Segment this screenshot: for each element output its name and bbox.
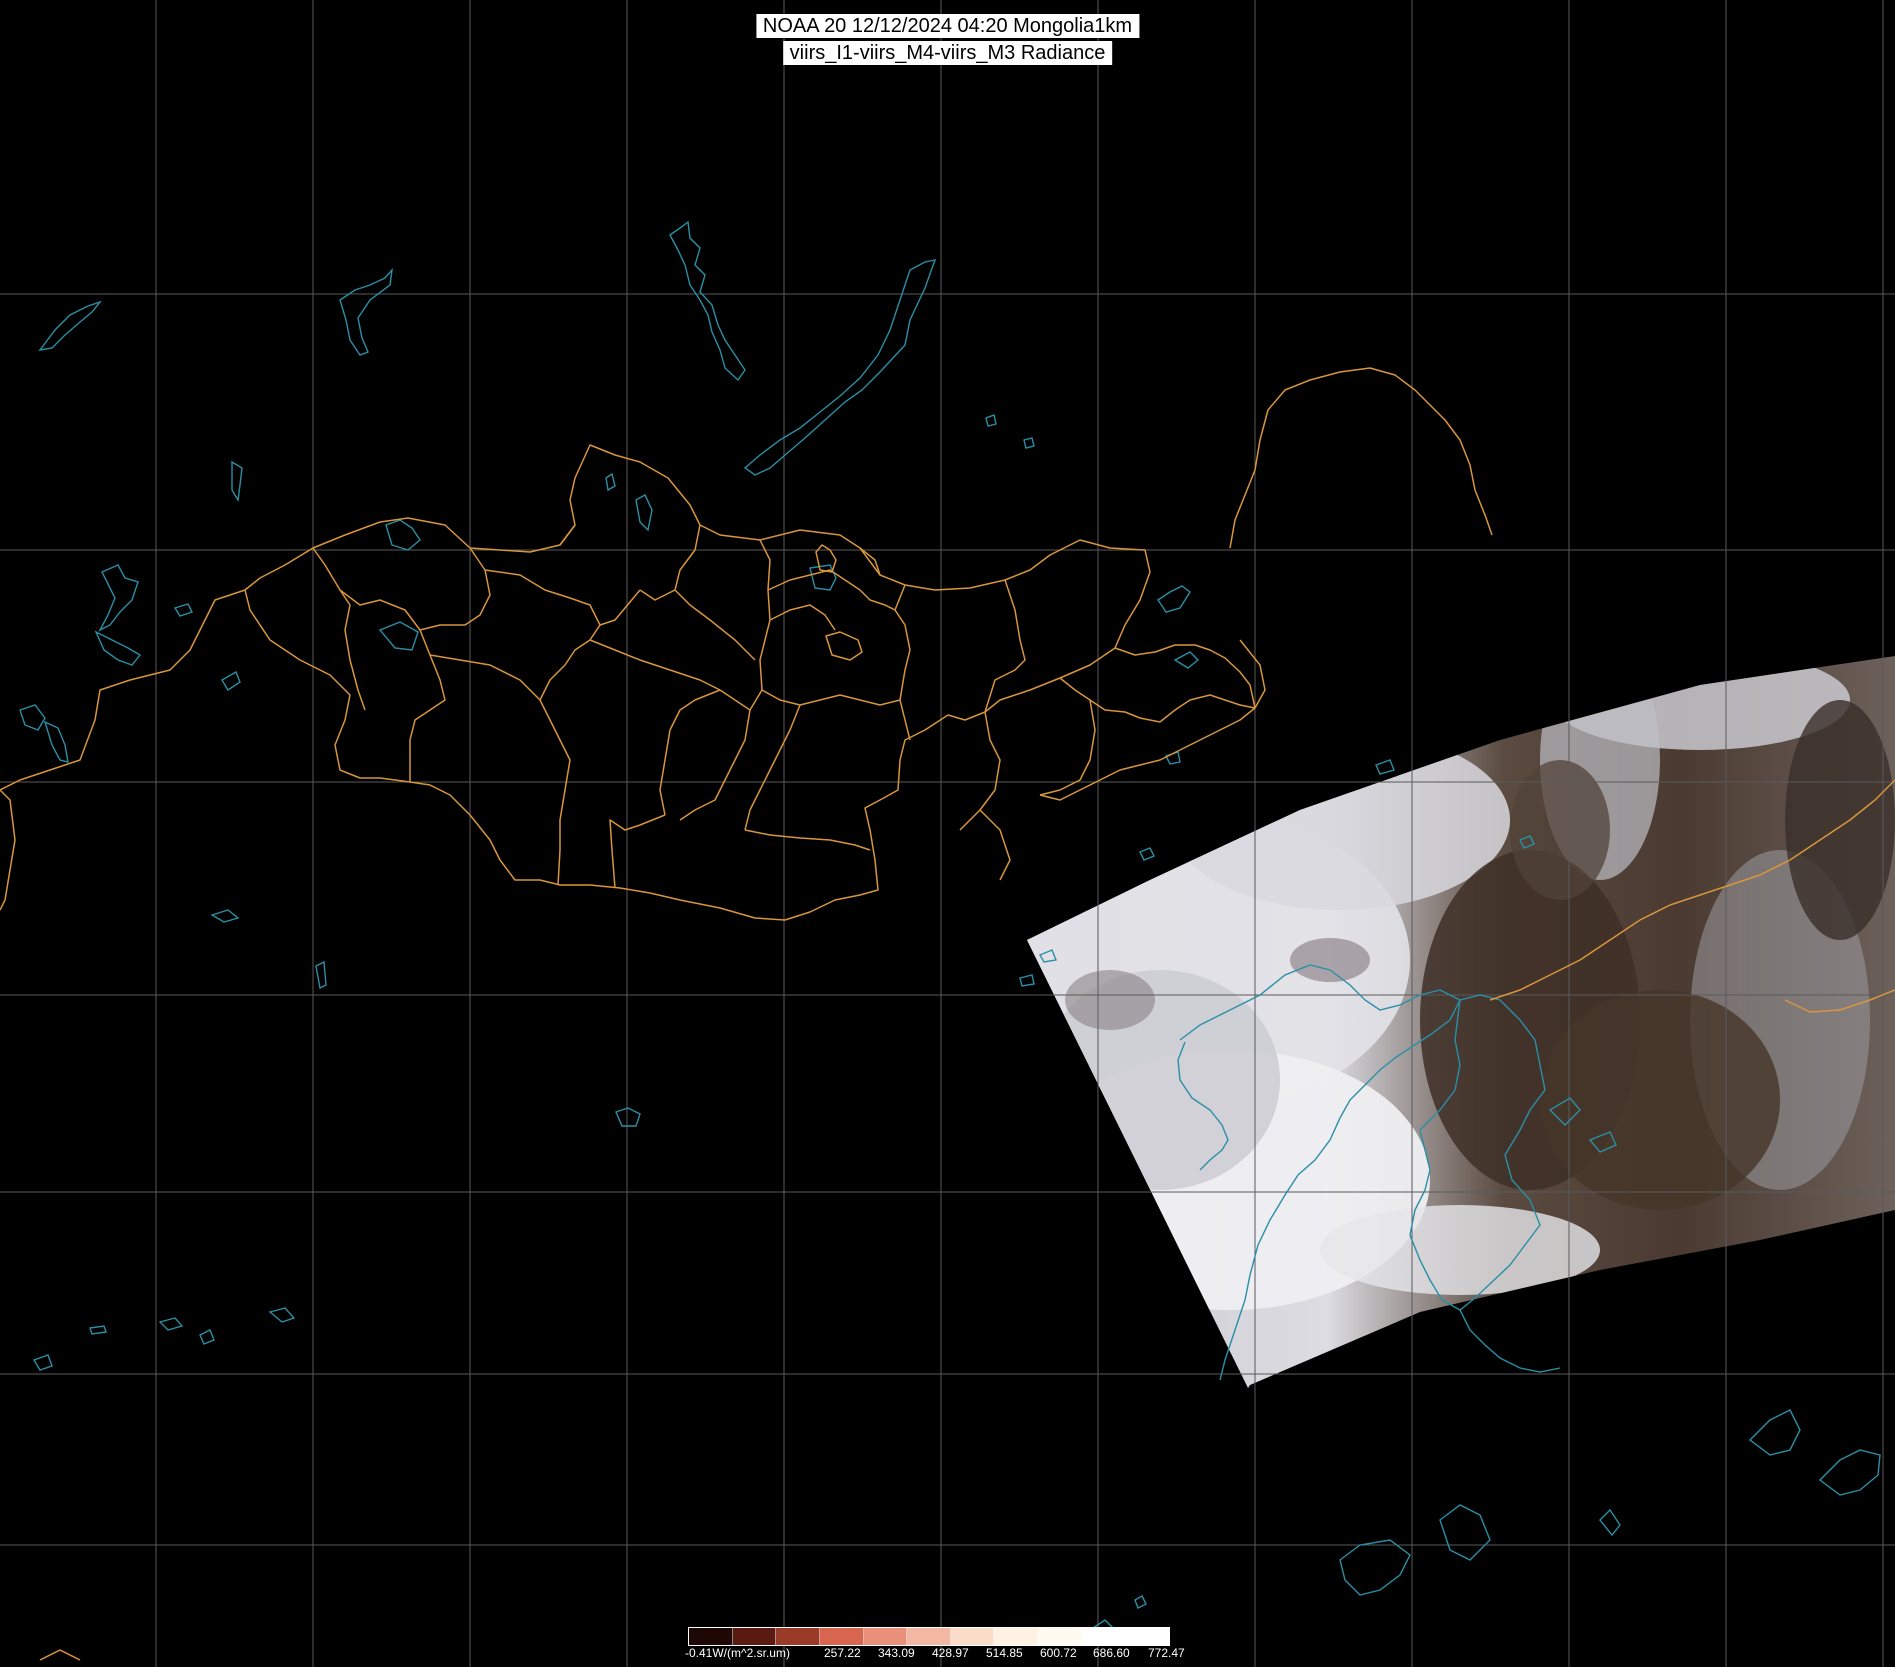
legend-label: 772.47 (1148, 1646, 1185, 1660)
legend-label: 600.72 (1040, 1646, 1077, 1660)
color-scale-segment (1038, 1628, 1082, 1645)
color-scale-segment (689, 1628, 733, 1645)
color-scale-segment (819, 1628, 864, 1645)
color-scale-segment (950, 1628, 995, 1645)
color-scale-labels: -0.41W/(m^2.sr.um) 257.22 343.09 428.97 … (683, 1646, 1185, 1662)
color-scale-segment (994, 1628, 1039, 1645)
color-scale-segment (776, 1628, 820, 1645)
legend-label: 428.97 (932, 1646, 969, 1660)
map-title: NOAA 20 12/12/2024 04:20 Mongolia1km (755, 14, 1140, 38)
color-scale-segment (907, 1628, 951, 1645)
color-scale-segment (1125, 1628, 1170, 1645)
legend-label: -0.41W/(m^2.sr.um) (685, 1646, 790, 1660)
color-scale-segment (1081, 1628, 1126, 1645)
map-subtitle: viirs_I1-viirs_M4-viirs_M3 Radiance (782, 41, 1113, 65)
legend-label: 514.85 (986, 1646, 1023, 1660)
legend-label: 686.60 (1093, 1646, 1130, 1660)
color-scale-segment (863, 1628, 908, 1645)
color-scale-bar (688, 1627, 1170, 1646)
satellite-map (0, 0, 1895, 1667)
color-scale-segment (732, 1628, 777, 1645)
color-scale-legend: -0.41W/(m^2.sr.um) 257.22 343.09 428.97 … (683, 1627, 1185, 1667)
legend-label: 257.22 (824, 1646, 861, 1660)
legend-label: 343.09 (878, 1646, 915, 1660)
